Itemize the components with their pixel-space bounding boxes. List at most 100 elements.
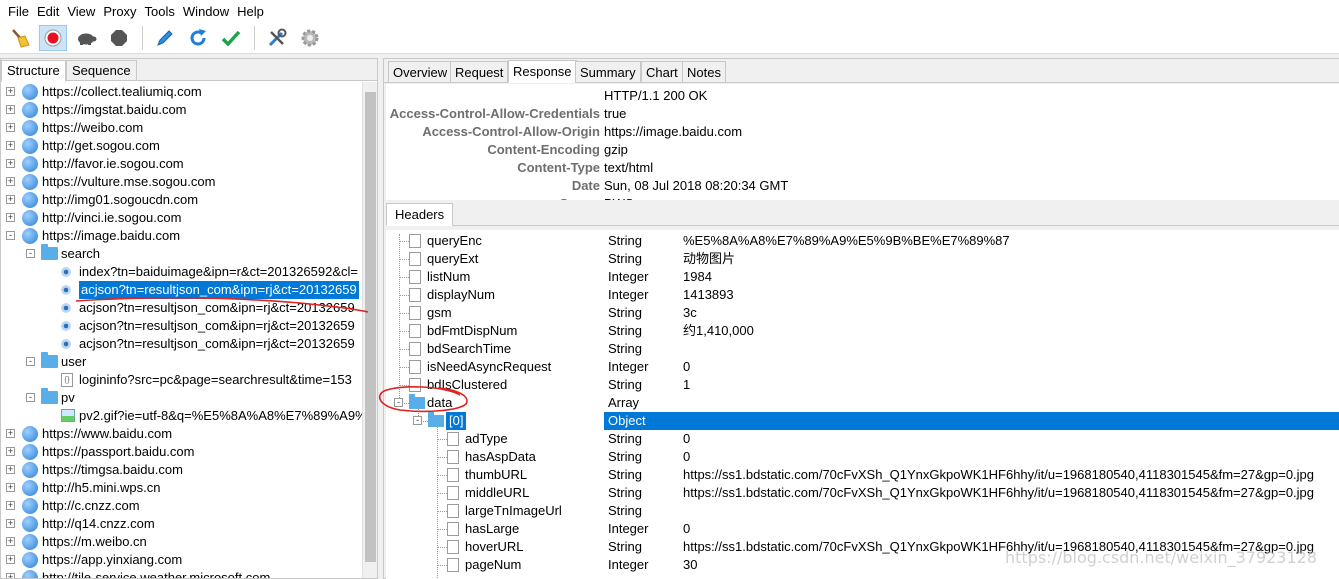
json-field[interactable]: middleURL String https://ss1.bdstatic.com/…	[386, 484, 1339, 502]
json-field[interactable]: bdIsClustered String 1	[386, 376, 1339, 394]
tree-host[interactable]: + https://passport.baidu.com	[1, 443, 363, 461]
tree-request[interactable]: acjson?tn=resultjson_com&ipn=rj&ct=20132…	[1, 299, 363, 317]
tree-folder[interactable]: - pv	[1, 388, 363, 407]
tab-sequence[interactable]: Sequence	[66, 60, 137, 81]
check-icon[interactable]	[217, 25, 245, 51]
expand-icon[interactable]: +	[6, 177, 15, 186]
expand-icon[interactable]: +	[6, 195, 15, 204]
expand-icon[interactable]: +	[6, 483, 15, 492]
tree-request[interactable]: acjson?tn=resultjson_com&ipn=rj&ct=20132…	[1, 281, 363, 299]
json-field[interactable]: gsm String 3c	[386, 304, 1339, 322]
tree-host[interactable]: + https://timgsa.baidu.com	[1, 461, 363, 479]
field-icon	[409, 306, 421, 320]
tree-host[interactable]: + http://h5.mini.wps.cn	[1, 479, 363, 497]
tab-chart[interactable]: Chart	[641, 61, 683, 83]
expand-icon[interactable]: +	[6, 429, 15, 438]
expand-icon[interactable]: +	[6, 105, 15, 114]
tree-scrollbar[interactable]	[362, 82, 377, 578]
tree-request[interactable]: acjson?tn=resultjson_com&ipn=rj&ct=20132…	[1, 335, 363, 353]
json-field[interactable]: bdFmtDispNum String 约1,410,000	[386, 322, 1339, 340]
expand-icon[interactable]: +	[6, 573, 15, 578]
tree-host[interactable]: + http://tile-service.weather.microsoft.c…	[1, 569, 363, 578]
tree-host[interactable]: + http://get.sogou.com	[1, 137, 363, 155]
tree-host[interactable]: + http://favor.ie.sogou.com	[1, 155, 363, 173]
expand-icon[interactable]: +	[6, 447, 15, 456]
menu-file[interactable]: File	[4, 4, 33, 19]
collapse-icon[interactable]: -	[413, 416, 422, 425]
stop-icon[interactable]	[105, 25, 133, 51]
tree-host[interactable]: + http://vinci.ie.sogou.com	[1, 209, 363, 227]
tab-headers[interactable]: Headers	[386, 203, 454, 226]
tree-host[interactable]: + http://q14.cnzz.com	[1, 515, 363, 533]
expand-icon[interactable]: +	[6, 141, 15, 150]
turtle-icon[interactable]	[72, 25, 100, 51]
collapse-icon[interactable]: -	[394, 398, 403, 407]
json-field[interactable]: adType String 0	[386, 430, 1339, 448]
menu-window[interactable]: Window	[179, 4, 233, 19]
json-field[interactable]: hasAspData String 0	[386, 448, 1339, 466]
globe-icon	[22, 174, 38, 190]
tab-summary[interactable]: Summary	[575, 61, 641, 83]
json-field[interactable]: displayNum Integer 1413893	[386, 286, 1339, 304]
tree-host[interactable]: + https://m.weibo.cn	[1, 533, 363, 551]
tab-structure[interactable]: Structure	[1, 60, 66, 82]
expand-icon[interactable]: +	[6, 87, 15, 96]
tree-host[interactable]: + http://c.cnzz.com	[1, 497, 363, 515]
json-field[interactable]: listNum Integer 1984	[386, 268, 1339, 286]
tree-host[interactable]: + https://collect.tealiumiq.com	[1, 83, 363, 101]
json-field[interactable]: largeTnImageUrl String	[386, 502, 1339, 520]
tree-host[interactable]: + https://www.baidu.com	[1, 425, 363, 443]
refresh-icon[interactable]	[184, 25, 212, 51]
tree-request[interactable]: pv2.gif?ie=utf-8&q=%E5%8A%A8%E7%89%A9%	[1, 407, 363, 425]
broom-icon[interactable]	[6, 25, 34, 51]
menu-view[interactable]: View	[63, 4, 99, 19]
tree-folder[interactable]: - user	[1, 352, 363, 371]
json-field[interactable]: thumbURL String https://ss1.bdstatic.com/7…	[386, 466, 1339, 484]
json-field[interactable]: hasLarge Integer 0	[386, 520, 1339, 538]
tree-host[interactable]: + https://imgstat.baidu.com	[1, 101, 363, 119]
field-icon	[447, 540, 459, 554]
menu-tools[interactable]: Tools	[141, 4, 179, 19]
expand-icon[interactable]: +	[6, 555, 15, 564]
expand-icon[interactable]: +	[6, 213, 15, 222]
tree-host[interactable]: + https://app.yinxiang.com	[1, 551, 363, 569]
collapse-icon[interactable]: -	[26, 249, 35, 258]
tree-host[interactable]: + https://weibo.com	[1, 119, 363, 137]
json-node[interactable]: - data Array	[386, 394, 1339, 412]
tree-request[interactable]: {} logininfo?src=pc&page=searchresult&tim…	[1, 371, 363, 389]
response-headers: HTTP/1.1 200 OK Access-Control-Allow-Cred…	[386, 84, 1339, 200]
json-field[interactable]: bdSearchTime String	[386, 340, 1339, 358]
collapse-icon[interactable]: -	[26, 393, 35, 402]
tab-notes[interactable]: Notes	[682, 61, 726, 83]
menu-help[interactable]: Help	[233, 4, 268, 19]
tree-request[interactable]: acjson?tn=resultjson_com&ipn=rj&ct=20132…	[1, 317, 363, 335]
expand-icon[interactable]: +	[6, 465, 15, 474]
expand-icon[interactable]: +	[6, 537, 15, 546]
expand-icon[interactable]: +	[6, 501, 15, 510]
tab-response[interactable]: Response	[508, 60, 577, 83]
tree-host[interactable]: + http://img01.sogoucdn.com	[1, 191, 363, 209]
collapse-icon[interactable]: -	[26, 357, 35, 366]
tab-request[interactable]: Request	[450, 61, 509, 83]
tree-host[interactable]: - https://image.baidu.com	[1, 227, 363, 245]
tools-icon[interactable]	[263, 25, 291, 51]
tree-guide-line	[399, 241, 409, 242]
pen-icon[interactable]	[151, 25, 179, 51]
tree-host[interactable]: + https://vulture.mse.sogou.com	[1, 173, 363, 191]
json-field[interactable]: isNeedAsyncRequest Integer 0	[386, 358, 1339, 376]
tree-request[interactable]: index?tn=baiduimage&ipn=r&ct=201326592&c…	[1, 263, 363, 281]
menu-proxy[interactable]: Proxy	[99, 4, 140, 19]
menu-edit[interactable]: Edit	[33, 4, 63, 19]
record-icon[interactable]	[39, 24, 67, 51]
json-node[interactable]: - [0] Object	[386, 412, 1339, 430]
expand-icon[interactable]: +	[6, 519, 15, 528]
scrollbar-thumb[interactable]	[365, 92, 376, 562]
json-field[interactable]: queryExt String 动物图片	[386, 250, 1339, 268]
expand-icon[interactable]: +	[6, 159, 15, 168]
json-field[interactable]: queryEnc String %E5%8A%A8%E7%89%A9%E5%9B%B…	[386, 232, 1339, 250]
collapse-icon[interactable]: -	[6, 231, 15, 240]
gear-icon[interactable]	[296, 25, 324, 51]
expand-icon[interactable]: +	[6, 123, 15, 132]
tab-overview[interactable]: Overview	[388, 61, 453, 83]
tree-folder[interactable]: - search	[1, 244, 363, 263]
